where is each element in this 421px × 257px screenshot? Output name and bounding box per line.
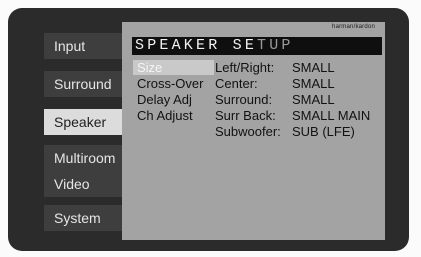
tab-speaker[interactable]: Speaker <box>44 109 130 135</box>
tab-input[interactable]: Input <box>44 33 130 59</box>
panel-title-remainder: TUP <box>257 37 294 54</box>
menu-item-ch-adjust[interactable]: Ch Adjust <box>133 108 214 123</box>
speaker-setup-panel: harman/kardon SPEAKER SETUP Size Cross-O… <box>122 22 385 240</box>
menu-item-size[interactable]: Size <box>133 60 214 75</box>
setting-value-left-right[interactable]: SMALL <box>292 60 335 75</box>
panel-title: SPEAKER SETUP <box>135 37 294 55</box>
tab-system[interactable]: System <box>44 205 130 231</box>
setting-label-surr-back: Surr Back: <box>215 108 276 123</box>
setting-value-surr-back[interactable]: SMALL MAIN <box>292 108 370 123</box>
osd-screen: Input Surround Speaker Multiroom Video S… <box>8 8 409 251</box>
setting-label-center: Center: <box>215 76 258 91</box>
setting-label-subwoofer: Subwoofer: <box>215 124 281 139</box>
setting-label-surround: Surround: <box>215 92 273 107</box>
title-bar: SPEAKER SETUP <box>132 37 382 55</box>
setting-value-surround[interactable]: SMALL <box>292 92 335 107</box>
setting-value-subwoofer[interactable]: SUB (LFE) <box>292 124 355 139</box>
brand-logo: harman/kardon <box>332 24 375 30</box>
tab-video[interactable]: Video <box>44 171 130 197</box>
setting-value-center[interactable]: SMALL <box>292 76 335 91</box>
menu-item-cross-over[interactable]: Cross-Over <box>133 76 214 91</box>
tab-surround[interactable]: Surround <box>44 71 130 97</box>
tab-multiroom[interactable]: Multiroom <box>44 145 130 171</box>
panel-title-highlight: SPEAKER SE <box>135 37 258 54</box>
setting-label-left-right: Left/Right: <box>215 60 275 75</box>
menu-item-delay-adj[interactable]: Delay Adj <box>133 92 214 107</box>
